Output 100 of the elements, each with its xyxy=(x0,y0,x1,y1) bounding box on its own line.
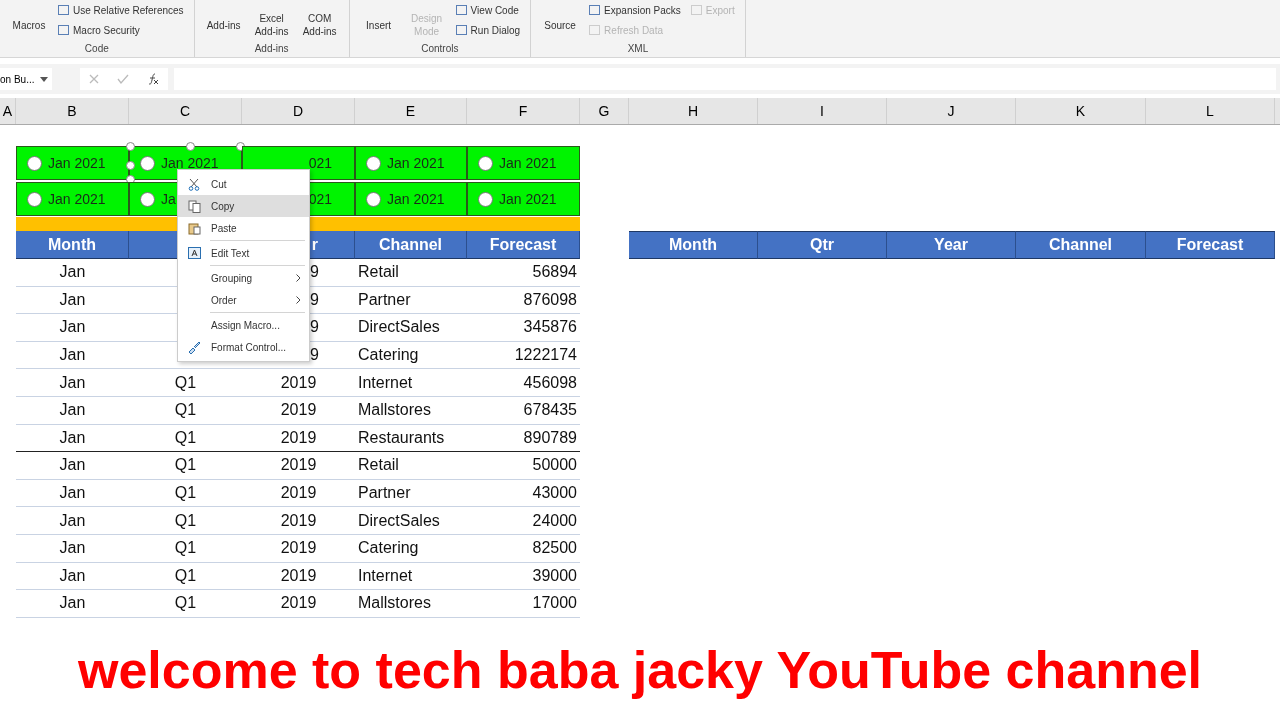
column-header[interactable]: C xyxy=(129,98,242,124)
table-cell: 24000 xyxy=(467,507,580,535)
table-cell: 2019 xyxy=(242,369,355,397)
table-cell: 2019 xyxy=(242,424,355,453)
option-button[interactable]: Jan 2021 xyxy=(16,182,129,216)
header-cell: Month xyxy=(629,231,758,259)
table-cell: Jan xyxy=(16,507,129,535)
table-cell: Jan xyxy=(16,562,129,591)
table-cell: Q1 xyxy=(129,396,242,425)
group-label: Controls xyxy=(420,43,460,56)
table-cell: Partner xyxy=(355,286,467,315)
table-cell: Mallstores xyxy=(355,590,467,618)
table-cell: Jan xyxy=(16,396,129,425)
table-cell: 1222174 xyxy=(467,341,580,370)
table-cell: Q1 xyxy=(129,590,242,618)
copy-icon xyxy=(187,199,201,213)
table-cell: 82500 xyxy=(467,534,580,563)
header-cell: Channel xyxy=(1016,231,1146,259)
table-cell: 678435 xyxy=(467,396,580,425)
ribbon-button[interactable]: Source xyxy=(539,0,582,42)
ribbon-button[interactable]: Macro Security xyxy=(56,20,186,40)
table-cell: Catering xyxy=(355,534,467,563)
banner-caption: welcome to tech baba jacky YouTube channel xyxy=(77,640,1203,700)
table-cell: 2019 xyxy=(242,396,355,425)
ribbon-button[interactable]: Run Dialog xyxy=(453,20,523,40)
column-header[interactable]: D xyxy=(242,98,355,124)
table-cell: Jan xyxy=(16,314,129,342)
table-cell: Jan xyxy=(16,452,129,480)
table-cell: 456098 xyxy=(467,369,580,397)
group-label: Add-ins xyxy=(253,43,290,56)
table-cell: 345876 xyxy=(467,314,580,342)
ribbon-button[interactable]: Use Relative References xyxy=(56,0,186,20)
table-cell: Jan xyxy=(16,286,129,315)
table-cell: 2019 xyxy=(242,507,355,535)
table-cell: Restaurants xyxy=(355,424,467,453)
table-cell: Partner xyxy=(355,479,467,508)
name-box[interactable]: on Bu... xyxy=(0,68,52,90)
table-cell: 39000 xyxy=(467,562,580,591)
option-button[interactable]: Jan 2021 xyxy=(16,146,129,180)
header-cell: Month xyxy=(16,231,129,259)
scissors-icon xyxy=(188,177,200,191)
cancel-icon[interactable] xyxy=(89,74,99,84)
column-header[interactable]: L xyxy=(1146,98,1275,124)
table-cell: Internet xyxy=(355,369,467,397)
table-cell: Jan xyxy=(16,259,129,287)
table-cell: 2019 xyxy=(242,590,355,618)
option-button[interactable]: Jan 2021 xyxy=(355,146,467,180)
ribbon-button[interactable]: View Code xyxy=(453,0,523,20)
table-cell: Retail xyxy=(355,259,467,287)
table-cell: Q1 xyxy=(129,562,242,591)
table-cell: 2019 xyxy=(242,452,355,480)
function-icon[interactable] xyxy=(147,73,159,85)
column-header[interactable]: B xyxy=(16,98,129,124)
column-header[interactable]: K xyxy=(1016,98,1146,124)
table-cell: 17000 xyxy=(467,590,580,618)
table-cell: 2019 xyxy=(242,479,355,508)
chevron-right-icon xyxy=(296,274,301,282)
table-cell: Jan xyxy=(16,424,129,453)
group-label: Code xyxy=(83,43,110,56)
header-cell: Forecast xyxy=(1146,231,1275,259)
brush-icon xyxy=(187,340,201,354)
option-button[interactable]: Jan 2021 xyxy=(355,182,467,216)
header-cell: Channel xyxy=(355,231,467,259)
table-cell: DirectSales xyxy=(355,507,467,535)
table-cell: Jan xyxy=(16,479,129,508)
column-header[interactable]: H xyxy=(629,98,758,124)
menu-item[interactable]: Copy xyxy=(178,195,309,217)
ribbon-button[interactable]: Excel Add-ins xyxy=(250,0,293,42)
table-cell: Q1 xyxy=(129,534,242,563)
column-header[interactable]: E xyxy=(355,98,467,124)
table-cell: Q1 xyxy=(129,369,242,397)
table-cell: Catering xyxy=(355,341,467,370)
column-header[interactable]: G xyxy=(580,98,629,124)
table-cell: Jan xyxy=(16,534,129,563)
ribbon-button[interactable]: Insert xyxy=(357,0,400,42)
ribbon-button[interactable]: COM Add-ins xyxy=(298,0,341,42)
check-icon[interactable] xyxy=(117,74,129,84)
option-button[interactable]: Jan 2021 xyxy=(467,182,580,216)
header-cell: Qtr xyxy=(758,231,887,259)
column-header[interactable]: F xyxy=(467,98,580,124)
table-cell: DirectSales xyxy=(355,314,467,342)
table-cell: Internet xyxy=(355,562,467,591)
text-box-icon xyxy=(187,247,201,259)
column-header[interactable]: A xyxy=(0,98,16,124)
table-cell: Q1 xyxy=(129,424,242,453)
ribbon-button[interactable]: Add-ins xyxy=(202,0,245,42)
table-cell: Jan xyxy=(16,341,129,370)
column-header[interactable]: I xyxy=(758,98,887,124)
table-cell: Jan xyxy=(16,590,129,618)
option-button[interactable]: Jan 2021 xyxy=(467,146,580,180)
table-cell: 50000 xyxy=(467,452,580,480)
table-cell: 890789 xyxy=(467,424,580,453)
table-cell: 876098 xyxy=(467,286,580,315)
table-cell: Q1 xyxy=(129,507,242,535)
table-cell: Mallstores xyxy=(355,396,467,425)
column-header[interactable]: J xyxy=(887,98,1016,124)
ribbon-button[interactable]: Expansion Packs xyxy=(587,0,683,20)
table-cell: 43000 xyxy=(467,479,580,508)
ribbon-button[interactable]: Macros xyxy=(8,0,50,42)
table-cell: Jan xyxy=(16,369,129,397)
